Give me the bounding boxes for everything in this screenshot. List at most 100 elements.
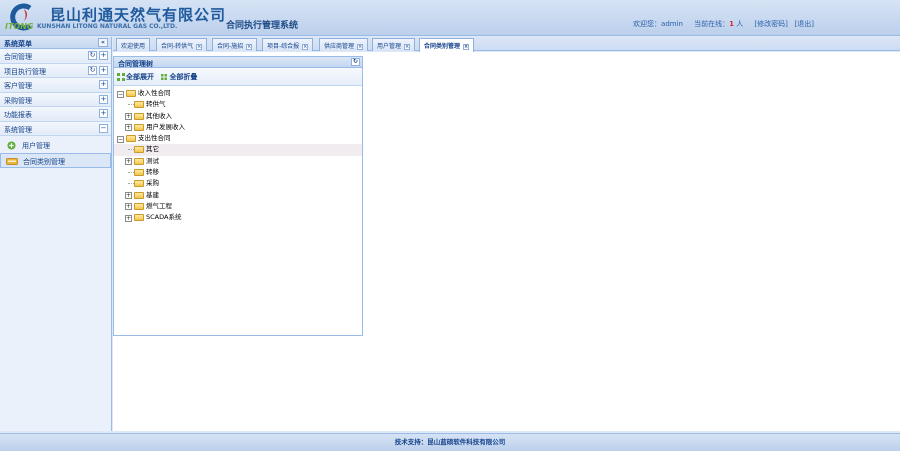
logo-itong-text: ITONG <box>5 22 34 31</box>
refresh-icon[interactable]: ↻ <box>88 65 97 75</box>
folder-icon <box>134 157 144 165</box>
logout-link[interactable]: [退出] <box>795 20 814 28</box>
tab-user-management[interactable]: 用户管理 × <box>372 38 416 51</box>
close-icon[interactable]: × <box>196 44 203 50</box>
company-name-en: KUNSHAN LITONG NATURAL GAS CO.,LTD. <box>37 23 178 30</box>
menu-system[interactable]: 系统管理 − <box>0 121 111 136</box>
tree-node-expense-contract[interactable]: − 支出性合同 <box>114 133 362 144</box>
online-unit: 人 <box>736 20 744 28</box>
collapse-icon[interactable]: − <box>99 123 108 133</box>
close-icon[interactable]: × <box>357 44 364 50</box>
menu-purchase[interactable]: 采购管理 + <box>0 92 111 107</box>
tree-node-income-contract[interactable]: − 收入性合同 <box>114 88 362 99</box>
tree-node-label: 燃气工程 <box>146 201 172 210</box>
tree-node-label: 其它 <box>146 145 159 154</box>
tab-label: 合同-施招 <box>217 43 244 50</box>
tree-node-label: 用户发展收入 <box>146 122 185 131</box>
collapse-all-label: 全部折叠 <box>169 73 198 81</box>
expand-all-button[interactable]: 全部展开 <box>117 72 154 82</box>
welcome-label: 欢迎您： <box>633 20 662 28</box>
expand-icon[interactable]: + <box>99 109 108 118</box>
tab-contract-category[interactable]: 合同类别管理 × <box>419 38 475 52</box>
tab-supplier[interactable]: 供应商管理 × <box>319 38 369 51</box>
system-title: 合同执行管理系统 <box>226 21 299 31</box>
expand-node-icon[interactable]: + <box>125 113 132 121</box>
tree-node-label: 收入性合同 <box>138 89 171 97</box>
folder-icon <box>126 135 136 143</box>
tree-node-user-development-income[interactable]: + 用户发展收入 <box>114 122 362 133</box>
tree-node-gas-engineering[interactable]: + 燃气工程 <box>114 201 362 212</box>
tab-label: 项目-综合报 <box>267 43 300 50</box>
expand-node-icon[interactable]: + <box>125 192 132 200</box>
sidebar: 系统菜单 « 合同管理 ↻ + 项目执行管理 ↻ + 客户管理 + 采购管理 +… <box>0 37 112 431</box>
refresh-icon[interactable]: ↻ <box>351 58 360 66</box>
collapse-all-icon <box>161 74 168 80</box>
sidebar-title: 系统菜单 <box>4 40 32 48</box>
menu-label: 客户管理 <box>4 82 32 90</box>
sidebar-item-user-management[interactable]: 用户管理 <box>0 138 111 153</box>
panel-title: 合同管理树 <box>118 60 153 68</box>
sidebar-item-label: 合同类别管理 <box>23 158 65 166</box>
collapse-all-button[interactable]: 全部折叠 <box>160 72 197 82</box>
collapse-node-icon[interactable]: − <box>117 135 124 143</box>
tab-project-report[interactable]: 项目-综合报 × <box>262 38 314 51</box>
category-icon <box>6 158 18 165</box>
tree-node-transfer[interactable]: 转移 <box>114 167 362 178</box>
sidebar-item-contract-category[interactable]: 合同类别管理 <box>0 153 111 168</box>
folder-icon <box>126 90 136 97</box>
tree-node-label: 转移 <box>146 168 159 177</box>
change-password-link[interactable]: [修改密码] <box>754 20 787 28</box>
menu-label: 系统管理 <box>4 125 32 134</box>
tree-node-label: 测试 <box>146 156 159 165</box>
menu-customer[interactable]: 客户管理 + <box>0 78 111 93</box>
tree-node-scada-system[interactable]: + SCADA系统 <box>114 212 362 223</box>
menu-project-execution[interactable]: 项目执行管理 ↻ + <box>0 63 111 78</box>
tree-node-test[interactable]: + 测试 <box>114 156 362 167</box>
tab-contract-construction[interactable]: 合同-施招 × <box>212 38 258 51</box>
expand-icon[interactable]: + <box>99 80 108 89</box>
tab-label: 合同-转供气 <box>161 43 194 50</box>
folder-icon <box>134 146 144 154</box>
close-icon[interactable]: × <box>302 44 309 50</box>
app-header: ITONG 昆山利通天然气有限公司 KUNSHAN LITONG NATURAL… <box>0 0 900 36</box>
tree-node-label: 转供气 <box>146 100 166 109</box>
menu-reports[interactable]: 功能报表 + <box>0 107 111 122</box>
expand-all-label: 全部展开 <box>126 73 154 81</box>
tab-contract-gas-supply[interactable]: 合同-转供气 × <box>156 38 208 51</box>
close-icon[interactable]: × <box>404 44 411 50</box>
close-icon[interactable]: × <box>463 44 470 50</box>
expand-node-icon[interactable]: + <box>125 214 132 222</box>
footer-tech-support: 技术支持：昆山蓝硕软件科技有限公司 <box>394 438 506 446</box>
close-icon[interactable]: × <box>246 44 253 50</box>
expand-icon[interactable]: + <box>99 94 108 104</box>
tree-node-infrastructure[interactable]: + 基建 <box>114 190 362 201</box>
tree-node-other[interactable]: 其它 <box>114 144 362 156</box>
folder-icon <box>134 112 144 120</box>
tree-node-label: SCADA系统 <box>146 213 182 222</box>
contract-tree-panel: 合同管理树 ↻ 全部展开 全部折叠 − 收入性合同 转供气 + 其他收入 + 用… <box>113 56 363 336</box>
menu-contract[interactable]: 合同管理 ↻ + <box>0 49 111 64</box>
folder-icon <box>134 191 144 199</box>
tree-node-other-income[interactable]: + 其他收入 <box>114 111 362 122</box>
expand-node-icon[interactable]: + <box>125 158 132 166</box>
online-label: 当前在线： <box>694 20 730 28</box>
folder-icon <box>134 214 144 222</box>
expand-node-icon[interactable]: + <box>125 203 132 211</box>
menu-label: 合同管理 <box>4 53 32 61</box>
tree-node-gas-supply[interactable]: 转供气 <box>114 99 362 110</box>
collapse-node-icon[interactable]: − <box>117 90 124 98</box>
expand-icon[interactable]: + <box>99 51 108 60</box>
tree-node-label: 基建 <box>146 190 159 199</box>
expand-all-icon <box>117 73 125 81</box>
refresh-icon[interactable]: ↻ <box>88 51 97 60</box>
expand-icon[interactable]: + <box>99 65 108 75</box>
tree-toolbar: 全部展开 全部折叠 <box>114 68 362 86</box>
expand-node-icon[interactable]: + <box>125 124 132 132</box>
main-content: 合同管理树 ↻ 全部展开 全部折叠 − 收入性合同 转供气 + 其他收入 + 用… <box>113 52 900 431</box>
folder-icon <box>134 180 144 188</box>
tree-node-purchase[interactable]: 采购 <box>114 178 362 189</box>
tab-welcome[interactable]: 欢迎使用 <box>116 38 151 51</box>
tab-bar: 欢迎使用 合同-转供气 × 合同-施招 × 项目-综合报 × 供应商管理 × 用户管理 ×… <box>113 37 900 52</box>
folder-icon <box>134 123 144 131</box>
collapse-sidebar-icon[interactable]: « <box>98 38 108 47</box>
